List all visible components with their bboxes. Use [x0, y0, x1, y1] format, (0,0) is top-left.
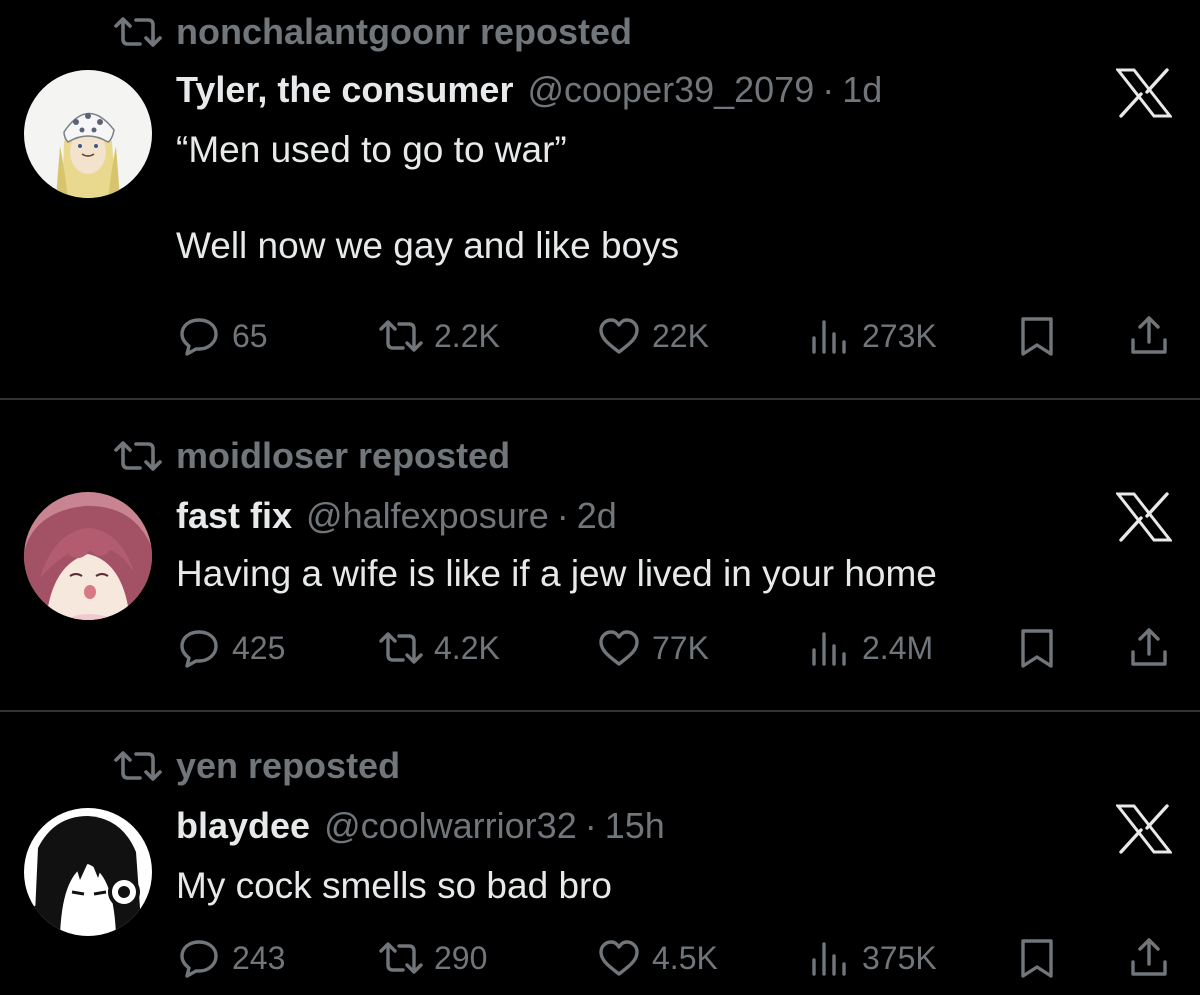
author-name[interactable]: blaydee: [176, 805, 310, 847]
repost-count: 290: [434, 939, 488, 976]
reply-icon: [176, 626, 222, 670]
author-handle[interactable]: @cooper39_2079: [527, 69, 814, 111]
reply-button[interactable]: 65: [176, 312, 268, 360]
heart-icon: [596, 626, 642, 670]
repost-button[interactable]: 2.2K: [378, 312, 500, 360]
share-icon: [1126, 626, 1172, 670]
x-logo-icon[interactable]: [1116, 68, 1172, 118]
views-button[interactable]: 375K: [806, 934, 937, 982]
avatar[interactable]: [24, 808, 152, 936]
separator-dot: ·: [556, 495, 569, 536]
reply-count: 243: [232, 939, 286, 976]
views-button[interactable]: 2.4M: [806, 624, 933, 672]
heart-icon: [596, 314, 642, 358]
post-header: Tyler, the consumer @cooper39_2079 · 1d: [176, 66, 882, 114]
repost-icon: [112, 748, 164, 784]
post-card[interactable]: yen reposted blaydee @coolwarrior32 · 15…: [0, 712, 1200, 995]
share-icon: [1126, 314, 1172, 358]
like-button[interactable]: 22K: [596, 312, 709, 360]
views-count: 2.4M: [862, 629, 934, 666]
bookmark-button[interactable]: [1014, 624, 1060, 672]
views-count: 273K: [862, 317, 937, 354]
author-handle[interactable]: @coolwarrior32: [324, 805, 577, 847]
author-name[interactable]: Tyler, the consumer: [176, 69, 513, 111]
repost-context[interactable]: nonchalantgoonr reposted: [112, 10, 632, 54]
author-handle[interactable]: @halfexposure: [306, 495, 549, 537]
post-actions: 243 290 4.5K 375K: [176, 934, 1176, 982]
post-header: blaydee @coolwarrior32 · 15h: [176, 802, 665, 850]
like-button[interactable]: 77K: [596, 624, 709, 672]
views-icon: [806, 626, 852, 670]
post-timestamp[interactable]: 2d: [577, 495, 617, 537]
x-logo-icon[interactable]: [1116, 804, 1172, 854]
post-actions: 425 4.2K 77K 2.4M: [176, 624, 1176, 672]
repost-context-label: nonchalantgoonr reposted: [176, 11, 633, 52]
repost-context-label: moidloser reposted: [176, 435, 511, 476]
avatar[interactable]: [24, 70, 152, 198]
post-header: fast fix @halfexposure · 2d: [176, 492, 617, 540]
timeline-feed: nonchalantgoonr reposted Tyler, the cons…: [0, 0, 1200, 995]
bookmark-icon: [1014, 626, 1060, 670]
bookmark-icon: [1014, 314, 1060, 358]
like-count: 4.5K: [652, 939, 718, 976]
post-text: My cock smells so bad bro: [176, 865, 612, 906]
post-actions: 65 2.2K 22K 273K: [176, 312, 1176, 360]
post-card[interactable]: moidloser reposted fast fix @halfexposur…: [0, 400, 1200, 710]
share-icon: [1126, 936, 1172, 980]
bookmark-icon: [1014, 936, 1060, 980]
heart-icon: [596, 936, 642, 980]
x-logo-icon[interactable]: [1116, 492, 1172, 542]
avatar[interactable]: [24, 492, 152, 620]
post-card[interactable]: nonchalantgoonr reposted Tyler, the cons…: [0, 0, 1200, 398]
repost-icon: [112, 14, 164, 50]
repost-count: 2.2K: [434, 317, 500, 354]
reply-icon: [176, 314, 222, 358]
reply-button[interactable]: 425: [176, 624, 285, 672]
like-count: 22K: [652, 317, 709, 354]
bookmark-button[interactable]: [1014, 934, 1060, 982]
like-count: 77K: [652, 629, 709, 666]
repost-icon: [378, 626, 424, 670]
repost-icon: [378, 314, 424, 358]
repost-button[interactable]: 290: [378, 934, 487, 982]
bookmark-button[interactable]: [1014, 312, 1060, 360]
views-count: 375K: [862, 939, 937, 976]
repost-context[interactable]: yen reposted: [112, 744, 400, 788]
views-icon: [806, 936, 852, 980]
like-button[interactable]: 4.5K: [596, 934, 718, 982]
reply-count: 425: [232, 629, 286, 666]
repost-context-label: yen reposted: [176, 745, 401, 786]
views-button[interactable]: 273K: [806, 312, 937, 360]
views-icon: [806, 314, 852, 358]
post-timestamp[interactable]: 15h: [605, 805, 665, 847]
repost-context[interactable]: moidloser reposted: [112, 434, 510, 478]
author-name[interactable]: fast fix: [176, 495, 292, 537]
repost-count: 4.2K: [434, 629, 500, 666]
reply-button[interactable]: 243: [176, 934, 285, 982]
share-button[interactable]: [1126, 312, 1172, 360]
separator-dot: ·: [822, 69, 835, 110]
separator-dot: ·: [584, 805, 597, 846]
share-button[interactable]: [1126, 624, 1172, 672]
repost-icon: [112, 438, 164, 474]
share-button[interactable]: [1126, 934, 1172, 982]
post-text: “Men used to go to war” Well now we gay …: [176, 129, 680, 266]
post-text: Having a wife is like if a jew lived in …: [176, 553, 937, 594]
post-timestamp[interactable]: 1d: [842, 69, 882, 111]
repost-button[interactable]: 4.2K: [378, 624, 500, 672]
reply-icon: [176, 936, 222, 980]
repost-icon: [378, 936, 424, 980]
reply-count: 65: [232, 317, 268, 354]
